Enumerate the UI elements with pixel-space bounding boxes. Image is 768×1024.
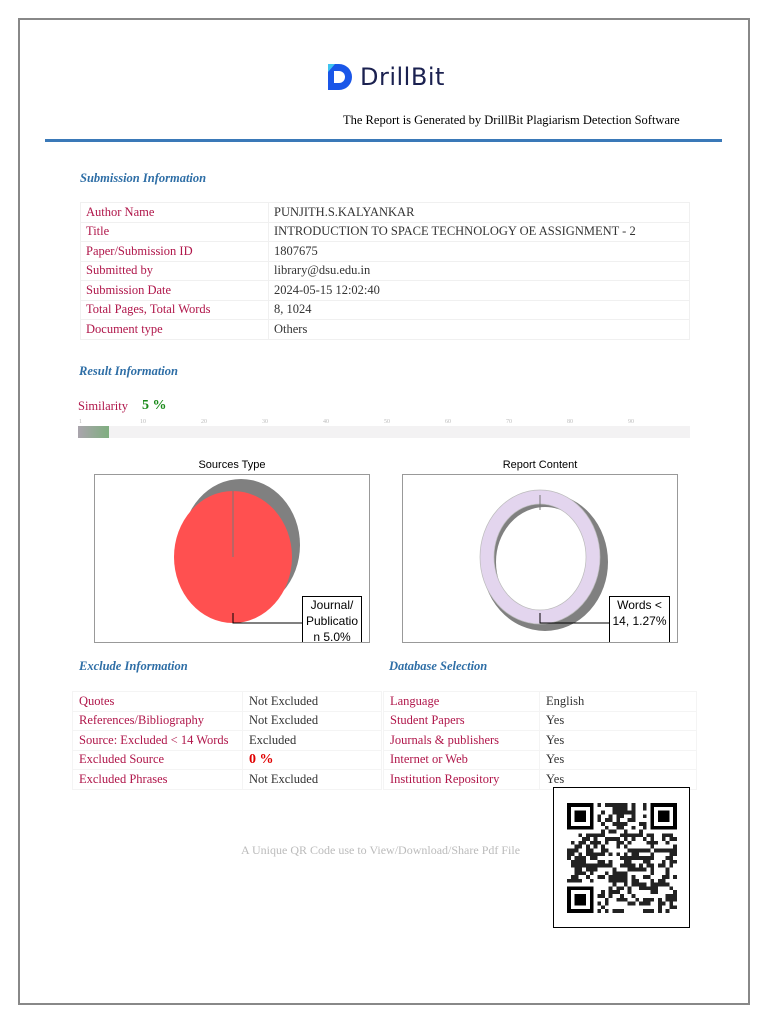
row-label: Institution Repository bbox=[383, 769, 540, 790]
row-value: 1807675 bbox=[268, 241, 690, 262]
exclude-row: Excluded Source 0 % bbox=[72, 749, 382, 770]
row-label: Student Papers bbox=[383, 710, 540, 731]
row-label: Language bbox=[383, 691, 540, 712]
row-value: Yes bbox=[539, 730, 697, 751]
sources-callout: Journal/ Publicatio n 5.0% bbox=[302, 596, 362, 642]
similarity-bar bbox=[78, 426, 690, 438]
database-row: Student Papers Yes bbox=[383, 710, 697, 731]
row-label: Excluded Source bbox=[72, 749, 243, 770]
row-label: Excluded Phrases bbox=[72, 769, 243, 790]
result-heading: Result Information bbox=[79, 364, 178, 378]
row-value: Yes bbox=[539, 749, 697, 770]
row-label: Title bbox=[80, 221, 269, 242]
similarity-tick: 40 bbox=[323, 419, 329, 425]
submission-table: Author Name PUNJITH.S.KALYANKAR Title INTRO… bbox=[80, 202, 690, 340]
generated-by-text: The Report is Generated by DrillBit Plag… bbox=[343, 113, 680, 127]
qr-caption: A Unique QR Code use to View/Download/Sh… bbox=[241, 843, 521, 857]
header-divider bbox=[45, 139, 722, 142]
row-label: Quotes bbox=[72, 691, 243, 712]
similarity-tick: 30 bbox=[262, 419, 268, 425]
submission-row: Submission Date 2024-05-15 12:02:40 bbox=[80, 280, 690, 301]
similarity-value: 5 % bbox=[142, 398, 167, 413]
sources-chart: Journal/ Publicatio n 5.0% bbox=[94, 474, 370, 643]
similarity-tick: 70 bbox=[506, 419, 512, 425]
row-label: Journals & publishers bbox=[383, 730, 540, 751]
brand-name: DrillBit bbox=[360, 63, 445, 91]
row-value: Not Excluded bbox=[242, 769, 382, 790]
exclude-row: References/Bibliography Not Excluded bbox=[72, 710, 382, 731]
exclude-row: Excluded Phrases Not Excluded bbox=[72, 769, 382, 790]
similarity-label: Similarity bbox=[78, 399, 128, 413]
row-value: Not Excluded bbox=[242, 710, 382, 731]
exclude-heading: Exclude Information bbox=[79, 659, 188, 673]
similarity-tick: 50 bbox=[384, 419, 390, 425]
similarity-tick: 90 bbox=[628, 419, 634, 425]
row-label: Total Pages, Total Words bbox=[80, 299, 269, 320]
row-value: Others bbox=[268, 319, 690, 340]
submission-row: Document type Others bbox=[80, 319, 690, 340]
donut-ring bbox=[480, 490, 600, 624]
row-label: Submitted by bbox=[80, 260, 269, 281]
row-value: PUNJITH.S.KALYANKAR bbox=[268, 202, 690, 223]
exclude-row: Quotes Not Excluded bbox=[72, 691, 382, 712]
sources-chart-title: Sources Type bbox=[198, 459, 266, 471]
submission-heading: Submission Information bbox=[80, 171, 207, 185]
row-value: 8, 1024 bbox=[268, 299, 690, 320]
drillbit-logo: DrillBit bbox=[326, 62, 445, 92]
database-row: Internet or Web Yes bbox=[383, 749, 697, 770]
submission-row: Author Name PUNJITH.S.KALYANKAR bbox=[80, 202, 690, 223]
qr-code[interactable] bbox=[567, 800, 677, 916]
exclude-table: Quotes Not Excluded References/Bibliograph… bbox=[72, 691, 382, 790]
similarity-tick: 60 bbox=[445, 419, 451, 425]
content-callout: Words < 14, 1.27% bbox=[609, 596, 670, 642]
row-value: Yes bbox=[539, 710, 697, 731]
row-label: Document type bbox=[80, 319, 269, 340]
content-chart: Words < 14, 1.27% bbox=[402, 474, 678, 643]
submission-row: Title INTRODUCTION TO SPACE TECHNOLOGY OE… bbox=[80, 221, 690, 242]
similarity-tick: 10 bbox=[140, 419, 146, 425]
row-value: 0 % bbox=[242, 749, 382, 770]
database-heading: Database Selection bbox=[389, 659, 488, 673]
similarity-tick: 1 bbox=[79, 419, 82, 425]
database-table: Language English Student Papers Yes Journals… bbox=[383, 691, 697, 790]
row-label: Internet or Web bbox=[383, 749, 540, 770]
row-value: English bbox=[539, 691, 697, 712]
drillbit-logo-icon bbox=[328, 64, 352, 90]
submission-row: Paper/Submission ID 1807675 bbox=[80, 241, 690, 262]
submission-row: Total Pages, Total Words 8, 1024 bbox=[80, 299, 690, 320]
qr-code-frame[interactable] bbox=[553, 787, 690, 928]
row-label: Paper/Submission ID bbox=[80, 241, 269, 262]
row-label: Submission Date bbox=[80, 280, 269, 301]
similarity-tick: 20 bbox=[201, 419, 207, 425]
row-value: INTRODUCTION TO SPACE TECHNOLOGY OE ASSI… bbox=[268, 221, 690, 242]
row-value: Excluded bbox=[242, 730, 382, 751]
row-label: Author Name bbox=[80, 202, 269, 223]
submission-row: Submitted by library@dsu.edu.in bbox=[80, 260, 690, 281]
content-chart-title: Report Content bbox=[502, 459, 578, 471]
row-label: References/Bibliography bbox=[72, 710, 243, 731]
row-label: Source: Excluded < 14 Words bbox=[72, 730, 243, 751]
similarity-tick: 80 bbox=[567, 419, 573, 425]
database-row: Language English bbox=[383, 691, 697, 712]
database-row: Journals & publishers Yes bbox=[383, 730, 697, 751]
row-value: library@dsu.edu.in bbox=[268, 260, 690, 281]
similarity-bar-fill bbox=[78, 426, 109, 438]
exclude-row: Source: Excluded < 14 Words Excluded bbox=[72, 730, 382, 751]
row-value: Not Excluded bbox=[242, 691, 382, 712]
row-value: 2024-05-15 12:02:40 bbox=[268, 280, 690, 301]
